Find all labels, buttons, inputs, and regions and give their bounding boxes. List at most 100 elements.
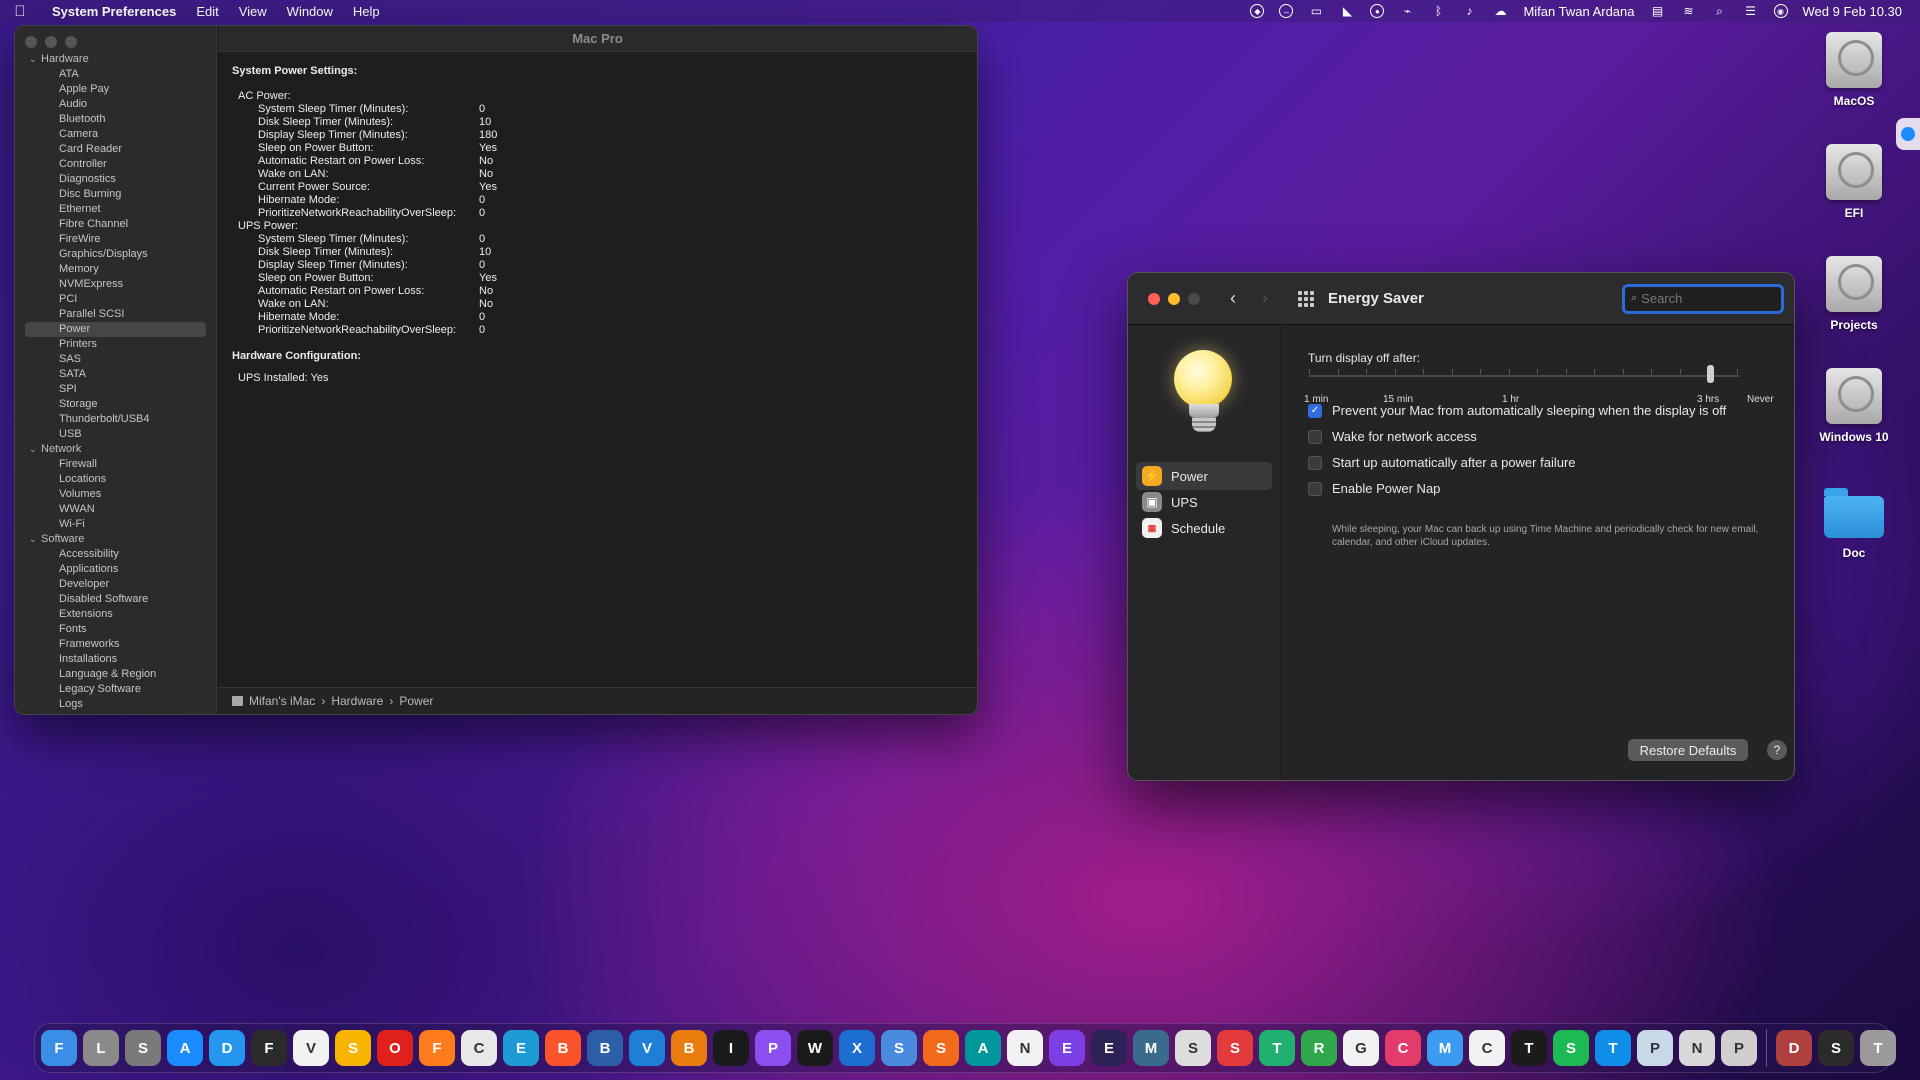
spotify-icon[interactable]: S: [1553, 1030, 1589, 1066]
menu-help[interactable]: Help: [343, 4, 390, 19]
downloads-stack-icon[interactable]: D: [1776, 1030, 1812, 1066]
edge-icon[interactable]: E: [503, 1030, 539, 1066]
breadcrumb-power[interactable]: Power: [399, 694, 433, 708]
finder-icon[interactable]: F: [41, 1030, 77, 1066]
eclipse-icon[interactable]: E: [1091, 1030, 1127, 1066]
breadcrumb-computer[interactable]: Mifan's iMac: [249, 694, 315, 708]
desktop-disk-windows10[interactable]: Windows 10: [1809, 368, 1899, 444]
sidebar-item[interactable]: Wi-Fi: [15, 517, 216, 532]
tableplus-icon[interactable]: T: [1259, 1030, 1295, 1066]
trash-icon[interactable]: T: [1860, 1030, 1896, 1066]
dropzone-icon[interactable]: ◣: [1339, 4, 1355, 18]
sidebar-item[interactable]: Locations: [15, 472, 216, 487]
mysql-workbench-icon[interactable]: M: [1133, 1030, 1169, 1066]
menu-view[interactable]: View: [229, 4, 277, 19]
zoom-button[interactable]: [65, 36, 77, 48]
bitwarden-icon[interactable]: B: [587, 1030, 623, 1066]
close-button[interactable]: [25, 36, 37, 48]
phpstorm-icon[interactable]: P: [755, 1030, 791, 1066]
calendar-icon[interactable]: C: [1469, 1030, 1505, 1066]
sublime-icon[interactable]: S: [923, 1030, 959, 1066]
bluetooth-icon[interactable]: ᛒ: [1430, 4, 1446, 18]
cloud-icon[interactable]: ☁: [1492, 4, 1508, 18]
terminal-icon[interactable]: T: [1511, 1030, 1547, 1066]
teamviewer-side-tab[interactable]: [1896, 118, 1920, 150]
checkbox-wake-network[interactable]: [1308, 429, 1322, 444]
zoom-button[interactable]: [1188, 292, 1200, 305]
chevron-down-icon[interactable]: ⌄: [29, 52, 41, 67]
checkbox-startup-power-failure[interactable]: [1308, 455, 1322, 470]
option-wake-network[interactable]: Wake for network access: [1308, 429, 1477, 444]
figma-icon[interactable]: F: [251, 1030, 287, 1066]
opera-icon[interactable]: O: [377, 1030, 413, 1066]
sidebar-item[interactable]: Developer: [15, 577, 216, 592]
sidebar-item[interactable]: SATA: [15, 367, 216, 382]
shield-icon[interactable]: ◆: [1250, 4, 1265, 18]
notion-icon[interactable]: N: [1007, 1030, 1043, 1066]
checkbox-power-nap[interactable]: [1308, 481, 1322, 496]
blender-icon[interactable]: B: [671, 1030, 707, 1066]
search-field[interactable]: ⌕: [1622, 283, 1784, 314]
xcode-icon[interactable]: X: [839, 1030, 875, 1066]
mail-icon[interactable]: M: [1427, 1030, 1463, 1066]
brave-icon[interactable]: B: [545, 1030, 581, 1066]
vpn-icon[interactable]: ●: [1370, 4, 1385, 18]
close-button[interactable]: [1148, 292, 1160, 305]
sidebar-item[interactable]: ATA: [15, 67, 216, 82]
sidebar-item[interactable]: Disabled Software: [15, 592, 216, 607]
control-center-icon[interactable]: ☰: [1743, 4, 1759, 18]
swift-icon[interactable]: S: [881, 1030, 917, 1066]
minimize-button[interactable]: [1168, 292, 1180, 305]
option-startup-power-failure[interactable]: Start up automatically after a power fai…: [1308, 455, 1576, 470]
forward-arrow-icon[interactable]: ›: [1262, 288, 1268, 309]
sidebar-item[interactable]: Extensions: [15, 607, 216, 622]
system-preferences-icon[interactable]: S: [125, 1030, 161, 1066]
search-icon[interactable]: ⌕: [1712, 4, 1728, 18]
siri-icon[interactable]: ◉: [1773, 4, 1788, 18]
show-all-grid-icon[interactable]: [1298, 290, 1314, 307]
sidebar-item[interactable]: Parallel SCSI: [15, 307, 216, 322]
screenshot-stack-icon[interactable]: S: [1818, 1030, 1854, 1066]
sidebar-item[interactable]: Language & Region: [15, 667, 216, 682]
option-prevent-sleep[interactable]: ✓ Prevent your Mac from automatically sl…: [1308, 403, 1726, 418]
menubar-clock[interactable]: Wed 9 Feb 10.30: [1803, 4, 1903, 19]
sidebar-item[interactable]: Ethernet: [15, 202, 216, 217]
menu-window[interactable]: Window: [277, 4, 343, 19]
sidebar-item[interactable]: SPI: [15, 382, 216, 397]
sidebar-item[interactable]: Logs: [15, 697, 216, 712]
sidebar-item[interactable]: Controller: [15, 157, 216, 172]
checkbox-prevent-sleep[interactable]: ✓: [1308, 403, 1322, 418]
search-input[interactable]: [1641, 291, 1762, 306]
chrome-icon[interactable]: C: [461, 1030, 497, 1066]
sidebar-item[interactable]: Memory: [15, 262, 216, 277]
sidebar-item[interactable]: Applications: [15, 562, 216, 577]
user-name[interactable]: Mifan Twan Ardana: [1523, 4, 1634, 19]
pane-ups[interactable]: ▣ UPS: [1136, 488, 1272, 516]
volume-icon[interactable]: ♪: [1461, 4, 1477, 18]
chevron-down-icon[interactable]: ⌄: [29, 442, 41, 457]
breadcrumb-hardware[interactable]: Hardware: [331, 694, 383, 708]
sidebar-item[interactable]: Audio: [15, 97, 216, 112]
desktop-disk-projects[interactable]: Projects: [1809, 256, 1899, 332]
printer-icon[interactable]: P: [1721, 1030, 1757, 1066]
preview-icon[interactable]: P: [1637, 1030, 1673, 1066]
teamviewer-icon[interactable]: ↔: [1279, 4, 1294, 18]
creative-cloud-icon[interactable]: C: [1385, 1030, 1421, 1066]
sidebar-item[interactable]: Printers: [15, 337, 216, 352]
sidebar-item[interactable]: Power: [25, 322, 206, 337]
sidebar-item[interactable]: Firewall: [15, 457, 216, 472]
sidebar-item[interactable]: FireWire: [15, 232, 216, 247]
activity-monitor-icon[interactable]: ⌁: [1399, 4, 1415, 18]
sidebar-item[interactable]: SAS: [15, 352, 216, 367]
sidebar-group-network[interactable]: ⌄ Network: [15, 442, 216, 457]
sidebar-item[interactable]: Storage: [15, 397, 216, 412]
sidebar-item[interactable]: Disc Burning: [15, 187, 216, 202]
sidebar-item[interactable]: Accessibility: [15, 547, 216, 562]
slider-thumb[interactable]: [1707, 365, 1714, 383]
notes-icon[interactable]: N: [1679, 1030, 1715, 1066]
restore-defaults-button[interactable]: Restore Defaults: [1628, 739, 1748, 761]
sidebar-item[interactable]: Frameworks: [15, 637, 216, 652]
sidebar-item[interactable]: WWAN: [15, 502, 216, 517]
display-off-slider[interactable]: [1309, 375, 1739, 377]
sidebar-item[interactable]: Fibre Channel: [15, 217, 216, 232]
